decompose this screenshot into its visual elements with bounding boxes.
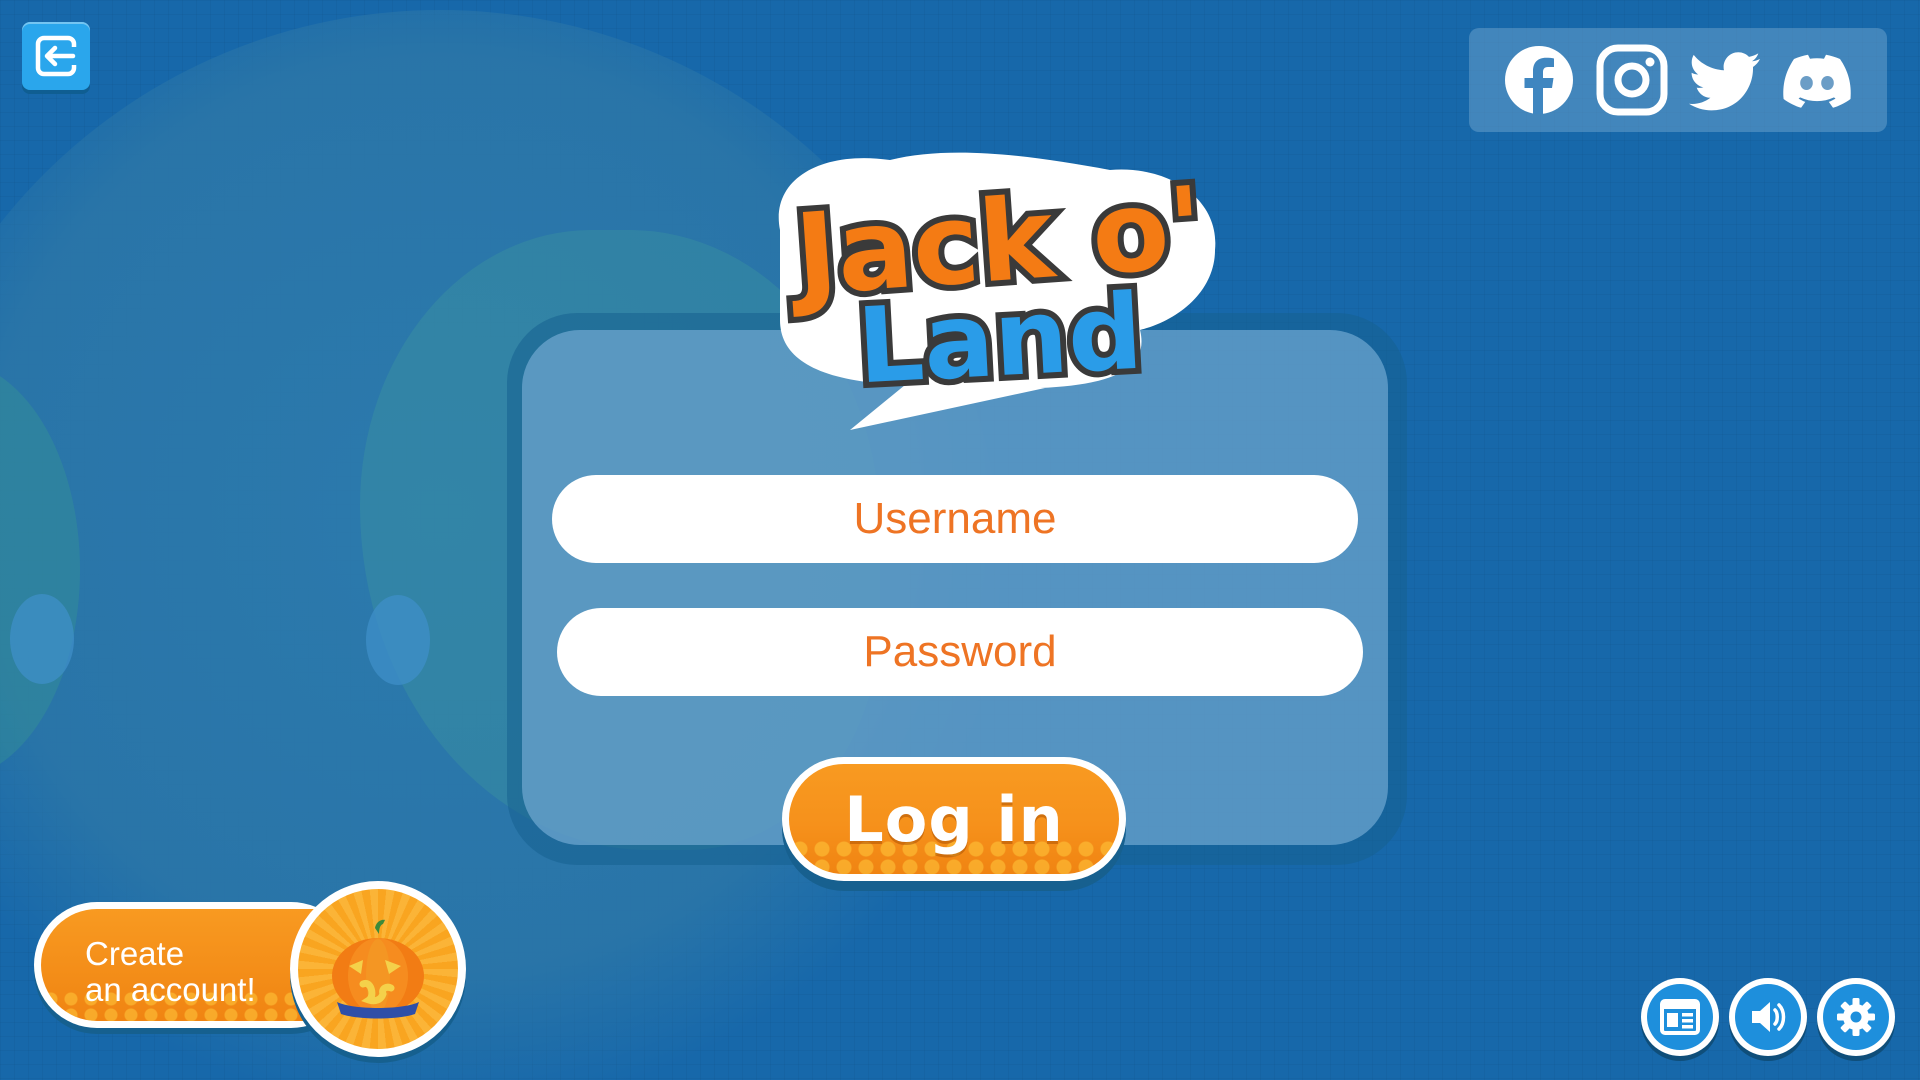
newspaper-icon	[1660, 999, 1700, 1035]
username-input[interactable]	[552, 475, 1358, 563]
create-account-label: Create an account!	[85, 936, 315, 1008]
create-account-label-line1: Create	[85, 935, 185, 972]
create-account-label-line2: an account!	[85, 971, 256, 1008]
login-button-label: Log in	[844, 782, 1064, 856]
settings-button[interactable]	[1817, 978, 1895, 1056]
twitter-icon[interactable]	[1687, 43, 1761, 117]
background-character-eye-right	[366, 595, 430, 685]
login-button[interactable]: Log in	[782, 757, 1126, 881]
game-logo: Jack o' Land	[778, 152, 1216, 430]
pumpkin-icon	[332, 919, 424, 1019]
exit-button[interactable]	[22, 22, 90, 90]
exit-arrow-icon	[35, 35, 77, 77]
news-button[interactable]	[1641, 978, 1719, 1056]
create-account-pumpkin-badge[interactable]	[290, 881, 466, 1057]
pumpkin-badge-sunburst	[298, 889, 458, 1049]
settings-button-face	[1823, 984, 1889, 1050]
instagram-icon[interactable]	[1595, 43, 1669, 117]
social-links-bar	[1469, 28, 1887, 132]
gear-icon	[1837, 998, 1875, 1036]
game-login-screen: Log in Jack o' Land Create an account!	[0, 0, 1920, 1080]
login-button-face: Log in	[789, 764, 1119, 874]
news-button-face	[1647, 984, 1713, 1050]
sound-button-face	[1735, 984, 1801, 1050]
discord-icon[interactable]	[1780, 43, 1854, 117]
password-input[interactable]	[557, 608, 1363, 696]
background-character-eye-left	[10, 594, 74, 684]
game-logo-title-line2: Land	[854, 271, 1145, 408]
sound-button[interactable]	[1729, 978, 1807, 1056]
speaker-icon	[1752, 1002, 1786, 1032]
facebook-icon[interactable]	[1502, 43, 1576, 117]
